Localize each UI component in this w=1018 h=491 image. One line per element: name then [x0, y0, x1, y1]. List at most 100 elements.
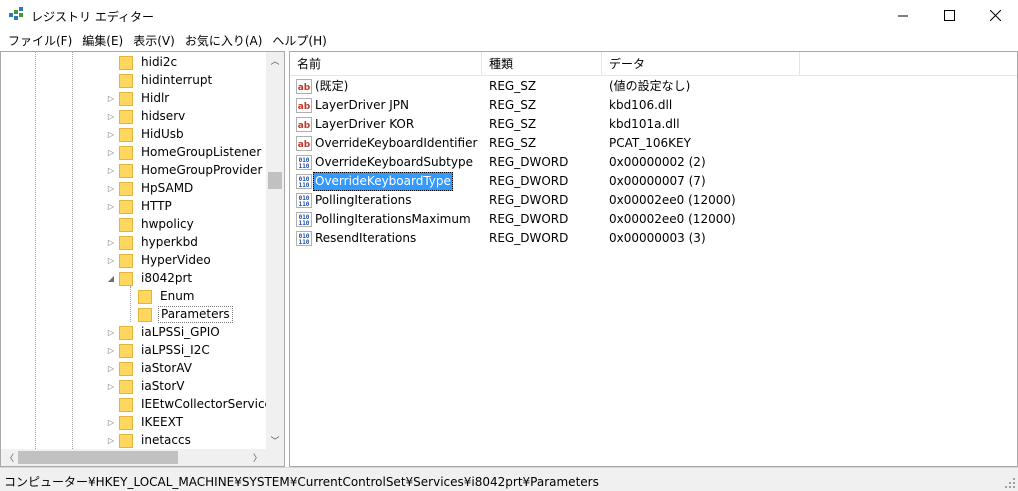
string-value-icon: ab: [296, 117, 312, 132]
binary-value-icon: 010 110: [296, 231, 312, 246]
expand-arrow-icon[interactable]: ▷: [106, 161, 116, 179]
tree-item-label: iaLPSSi_I2C: [141, 342, 210, 357]
menu-file[interactable]: ファイル(F): [3, 31, 77, 51]
folder-icon: [119, 164, 133, 178]
scroll-up-icon[interactable]: ︿: [266, 52, 284, 69]
tree-vertical-scrollbar[interactable]: ︿ ﹀: [266, 52, 284, 449]
tree-horizontal-scrollbar[interactable]: 〈 〉: [1, 449, 266, 466]
maximize-button[interactable]: [926, 0, 972, 31]
value-data: kbd101a.dll: [609, 117, 680, 131]
tree-item[interactable]: ▷ HomeGroupProvider: [106, 161, 264, 179]
value-type: REG_DWORD: [489, 212, 569, 226]
value-name: PollingIterations: [315, 193, 412, 207]
close-icon: [989, 10, 1001, 21]
scroll-down-icon[interactable]: ﹀: [266, 432, 284, 449]
tree-item[interactable]: ▷ iaLPSSi_I2C: [106, 341, 212, 359]
tree-item[interactable]: ▷ iaStorV: [106, 377, 187, 395]
tree-vertical-scroll-thumb[interactable]: [268, 172, 282, 189]
scroll-right-icon[interactable]: 〉: [249, 449, 266, 466]
expand-arrow-icon[interactable]: ▷: [106, 89, 116, 107]
resize-grip-icon[interactable]: [1004, 477, 1016, 489]
list-row[interactable]: ab (既定) REG_SZ (値の設定なし): [290, 77, 1017, 96]
tree-item-label: HidUsb: [141, 126, 184, 141]
tree-item[interactable]: ▷ hidserv: [106, 107, 187, 125]
tree-item[interactable]: ▷ HidUsb: [106, 125, 186, 143]
svg-text:110: 110: [299, 201, 310, 208]
svg-text:ab: ab: [298, 140, 311, 150]
folder-icon: [119, 326, 133, 340]
svg-text:110: 110: [299, 220, 310, 227]
column-header-type[interactable]: 種類: [482, 52, 602, 76]
value-type: REG_DWORD: [489, 231, 569, 245]
list-row[interactable]: 010 110 PollingIterationsMaximum REG_DWORD 0…: [290, 210, 1017, 229]
scroll-left-icon[interactable]: 〈: [1, 449, 18, 466]
menu-view[interactable]: 表示(V): [128, 31, 180, 51]
tree-item-label: hyperkbd: [141, 234, 198, 249]
tree-item-label: HTTP: [141, 198, 172, 213]
expand-arrow-icon[interactable]: ▷: [106, 359, 116, 377]
list-row[interactable]: 010 110 OverrideKeyboardSubtype REG_DWORD 0x…: [290, 153, 1017, 172]
list-row[interactable]: ab OverrideKeyboardIdentifier REG_SZ PCAT_1…: [290, 134, 1017, 153]
tree-item[interactable]: ▷ inetaccs: [106, 431, 193, 449]
tree-item[interactable]: hwpolicy: [106, 215, 196, 233]
tree-horizontal-scroll-thumb[interactable]: [18, 451, 178, 464]
tree-item[interactable]: ▷ IKEEXT: [106, 413, 185, 431]
tree-item[interactable]: ▷ hyperkbd: [106, 233, 200, 251]
collapse-arrow-icon[interactable]: ◢: [106, 269, 116, 287]
tree-item[interactable]: hidinterrupt: [106, 71, 214, 89]
string-value-icon: ab: [296, 98, 312, 113]
tree-item[interactable]: ▷ iaLPSSi_GPIO: [106, 323, 222, 341]
tree-item[interactable]: hidi2c: [106, 53, 179, 71]
tree-item[interactable]: ◢ i8042prt: [106, 269, 194, 287]
tree-item[interactable]: Enum: [125, 287, 196, 305]
folder-icon: [119, 272, 133, 286]
value-data: kbd106.dll: [609, 98, 673, 112]
window-title: レジストリ エディター: [31, 10, 154, 24]
expand-arrow-icon[interactable]: ▷: [106, 197, 116, 215]
expand-arrow-icon[interactable]: ▷: [106, 341, 116, 359]
list-row[interactable]: 010 110 ResendIterations REG_DWORD 0x0000000…: [290, 229, 1017, 248]
expand-arrow-icon[interactable]: ▷: [106, 125, 116, 143]
tree-item[interactable]: ▷ Hidlr: [106, 89, 171, 107]
expand-arrow-icon[interactable]: ▷: [106, 377, 116, 395]
folder-icon: [119, 92, 133, 106]
expand-arrow-icon[interactable]: ▷: [106, 233, 116, 251]
list-row[interactable]: ab LayerDriver JPN REG_SZ kbd106.dll: [290, 96, 1017, 115]
binary-value-icon: 010 110: [296, 155, 312, 170]
tree-item-label: HomeGroupListener: [141, 144, 262, 159]
expand-arrow-icon[interactable]: ▷: [106, 251, 116, 269]
tree-item[interactable]: ▷ HpSAMD: [106, 179, 195, 197]
menu-help[interactable]: ヘルプ(H): [267, 31, 331, 51]
folder-icon: [119, 56, 133, 70]
expand-arrow-icon[interactable]: ▷: [106, 431, 116, 449]
value-type: REG_SZ: [489, 136, 537, 150]
column-header-data[interactable]: データ: [602, 52, 800, 76]
tree-item-label: inetaccs: [141, 432, 191, 447]
expand-arrow-icon[interactable]: ▷: [106, 143, 116, 161]
expand-arrow-icon[interactable]: ▷: [106, 413, 116, 431]
value-name: PollingIterationsMaximum: [315, 212, 471, 226]
menu-favorites[interactable]: お気に入り(A): [180, 31, 268, 51]
tree-item[interactable]: ▷ iaStorAV: [106, 359, 194, 377]
list-row[interactable]: ab LayerDriver KOR REG_SZ kbd101a.dll: [290, 115, 1017, 134]
close-button[interactable]: [972, 0, 1018, 31]
tree-item[interactable]: Parameters: [125, 305, 233, 323]
list-row[interactable]: 010 110 PollingIterations REG_DWORD 0x00002e…: [290, 191, 1017, 210]
expand-arrow-icon[interactable]: ▷: [106, 323, 116, 341]
expand-arrow-icon[interactable]: ▷: [106, 179, 116, 197]
folder-icon: [119, 344, 133, 358]
tree-guide-line: [72, 52, 73, 449]
expand-arrow-icon[interactable]: ▷: [106, 107, 116, 125]
folder-icon: [119, 236, 133, 250]
binary-value-icon: 010 110: [296, 212, 312, 227]
svg-text:ab: ab: [298, 121, 311, 131]
minimize-button[interactable]: [880, 0, 926, 31]
tree-item[interactable]: IEEtwCollectorService: [106, 395, 266, 413]
list-row[interactable]: 010 110 OverrideKeyboardType REG_DWORD 0x000…: [290, 172, 1017, 191]
menu-edit[interactable]: 編集(E): [77, 31, 128, 51]
expand-arrow-icon: [125, 305, 135, 323]
tree-item[interactable]: ▷ HyperVideo: [106, 251, 213, 269]
tree-item[interactable]: ▷ HomeGroupListener: [106, 143, 263, 161]
tree-item[interactable]: ▷ HTTP: [106, 197, 174, 215]
column-header-name[interactable]: 名前: [290, 52, 482, 76]
